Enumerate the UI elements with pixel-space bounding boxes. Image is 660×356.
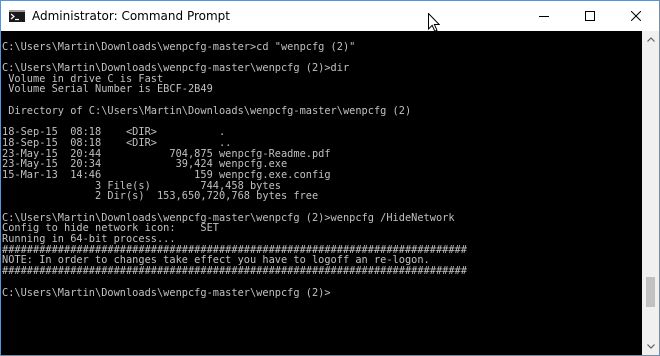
chevron-down-icon [646, 344, 655, 349]
close-button[interactable] [613, 1, 659, 31]
mouse-pointer-icon [428, 13, 440, 32]
window-title: Administrator: Command Prompt [32, 9, 230, 23]
window-controls [521, 1, 659, 31]
maximize-icon [585, 11, 595, 21]
vertical-scrollbar[interactable] [642, 31, 659, 355]
console-output[interactable]: C:\Users\Martin\Downloads\wenpcfg-master… [1, 31, 642, 355]
console-line: Volume Serial Number is EBCF-2B49 [2, 83, 213, 96]
console-line: C:\Users\Martin\Downloads\wenpcfg-master… [2, 286, 331, 299]
console-line: 18-Sep-15 08:18 <DIR> .. [2, 136, 232, 149]
chevron-up-icon [646, 37, 655, 42]
minimize-icon [539, 16, 549, 17]
command-prompt-window: Administrator: Command Prompt C:\Users\M… [0, 0, 660, 356]
console-line: ########################################… [2, 265, 467, 278]
scrollbar-thumb[interactable] [646, 276, 655, 307]
maximize-button[interactable] [567, 1, 613, 31]
console-line: 2 Dir(s) 153,650,720,768 bytes free [2, 190, 319, 203]
console-line: C:\Users\Martin\Downloads\wenpcfg-master… [2, 40, 356, 53]
minimize-button[interactable] [521, 1, 567, 31]
console-lines: C:\Users\Martin\Downloads\wenpcfg-master… [1, 31, 642, 298]
command-prompt-icon[interactable] [9, 10, 25, 22]
scroll-down-button[interactable] [642, 338, 659, 355]
console-line: Directory of C:\Users\Martin\Downloads\w… [2, 104, 412, 117]
title-bar[interactable]: Administrator: Command Prompt [1, 1, 659, 32]
close-icon [631, 11, 641, 21]
scroll-up-button[interactable] [642, 31, 659, 48]
